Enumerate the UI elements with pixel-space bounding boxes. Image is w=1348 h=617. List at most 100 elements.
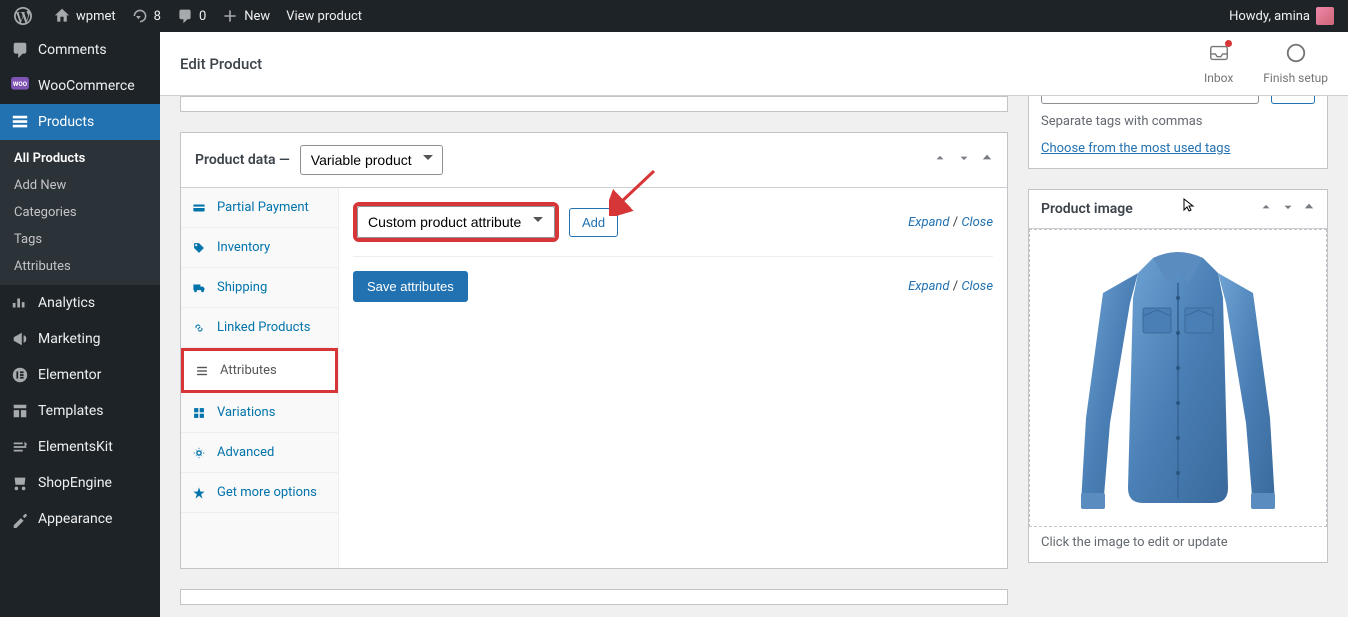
menu-label: Templates [38,403,104,419]
caret-up-icon[interactable] [1303,200,1315,218]
updates-count: 8 [154,9,161,24]
card-icon [191,201,207,215]
tab-label: Variations [217,405,275,420]
product-image[interactable] [1029,229,1327,527]
menu-label: ShopEngine [38,475,112,491]
link-icon [191,321,207,335]
tags-add-partial[interactable] [1271,96,1315,104]
menu-elementskit[interactable]: ElementsKit [0,429,160,465]
inbox-label: Inbox [1204,71,1233,85]
templates-icon [10,401,30,421]
elementskit-icon [10,437,30,457]
menu-analytics[interactable]: Analytics [0,285,160,321]
tab-linked-products[interactable]: Linked Products [181,308,338,348]
attribute-type-select[interactable]: Custom product attribute [357,206,555,238]
tab-label: Advanced [217,445,274,460]
attributes-panel: Custom product attribute Add Expand / Cl… [339,188,1007,568]
tab-shipping[interactable]: Shipping [181,268,338,308]
submenu-add-new[interactable]: Add New [0,172,160,199]
tab-advanced[interactable]: Advanced [181,433,338,473]
tab-label: Get more options [217,485,317,500]
comments-ab[interactable]: 0 [169,0,214,32]
chevron-up-icon[interactable] [933,151,947,169]
menu-label: Elementor [38,367,101,383]
gear-icon [191,446,207,460]
caret-up-icon[interactable] [981,151,993,169]
view-product-label: View product [286,9,362,24]
products-icon [10,112,30,132]
menu-label: WooCommerce [38,78,135,94]
submenu-all-products[interactable]: All Products [0,145,160,172]
menu-label: Products [38,114,94,130]
new-content[interactable]: New [214,0,278,32]
tag-icon [191,241,207,255]
tab-variations[interactable]: Variations [181,393,338,433]
add-button[interactable]: Add [569,208,618,237]
content-header: Edit Product Inbox Finish setup [160,32,1348,96]
finish-setup-button[interactable]: Finish setup [1263,42,1328,85]
product-type-select[interactable]: Variable product [300,145,443,175]
chevron-down-icon[interactable] [1281,200,1295,218]
tab-inventory[interactable]: Inventory [181,228,338,268]
menu-marketing[interactable]: Marketing [0,321,160,357]
menu-label: Comments [38,42,107,58]
save-attributes-button[interactable]: Save attributes [353,271,468,302]
menu-templates[interactable]: Templates [0,393,160,429]
menu-label: Marketing [38,331,101,347]
submenu-attributes[interactable]: Attributes [0,253,160,280]
expand-link[interactable]: Expand [908,279,949,294]
menu-products[interactable]: Products [0,104,160,140]
refresh-icon [132,8,148,24]
shopengine-icon [10,473,30,493]
wordpress-logo[interactable] [6,0,46,32]
tab-label: Attributes [220,363,277,378]
chevron-down-icon[interactable] [957,151,971,169]
svg-text:WOO: WOO [13,80,28,88]
view-product[interactable]: View product [278,0,370,32]
avatar [1316,7,1334,25]
expand-close-1: Expand / Close [908,215,993,230]
menu-shopengine[interactable]: ShopEngine [0,465,160,501]
updates[interactable]: 8 [124,0,169,32]
close-link[interactable]: Close [961,279,993,294]
menu-appearance[interactable]: Appearance [0,501,160,537]
tab-get-more[interactable]: Get more options [181,473,338,513]
howdy-label: Howdy, amina [1229,9,1310,24]
collapsed-box-2 [180,589,1008,605]
menu-woocommerce[interactable]: WOO WooCommerce [0,68,160,104]
tab-partial-payment[interactable]: Partial Payment [181,188,338,228]
product-image-title: Product image [1041,201,1259,217]
product-data-tabs: Partial Payment Inventory Shipping [181,188,339,568]
image-caption: Click the image to edit or update [1029,527,1327,562]
tab-attributes[interactable]: Attributes [181,348,338,393]
howdy[interactable]: Howdy, amina [1221,0,1342,32]
close-link[interactable]: Close [961,215,993,230]
inbox-button[interactable]: Inbox [1204,42,1233,85]
expand-link[interactable]: Expand [908,215,949,230]
site-name-label: wpmet [76,9,116,24]
tags-input-partial[interactable] [1041,96,1259,104]
notification-dot [1225,40,1232,47]
site-name[interactable]: wpmet [46,0,124,32]
elementor-icon [10,365,30,385]
tab-label: Linked Products [217,320,310,335]
product-image-box: Product image [1028,189,1328,563]
product-data-label: Product data — [195,152,290,168]
choose-tags-link[interactable]: Choose from the most used tags [1041,141,1230,156]
comment-icon [177,8,193,24]
tab-label: Shipping [217,280,267,295]
attribute-row: Custom product attribute Add Expand / Cl… [353,202,993,257]
collapsed-box [180,96,1008,112]
menu-elementor[interactable]: Elementor [0,357,160,393]
save-row: Save attributes Expand / Close [353,257,993,302]
comment-icon [10,40,30,60]
marketing-icon [10,329,30,349]
truck-icon [191,281,207,295]
menu-label: Analytics [38,295,95,311]
circle-icon [1285,42,1307,64]
menu-comments[interactable]: Comments [0,32,160,68]
chevron-up-icon[interactable] [1259,200,1273,218]
submenu-tags[interactable]: Tags [0,226,160,253]
product-data-header: Product data — Variable product [181,133,1007,188]
submenu-categories[interactable]: Categories [0,199,160,226]
